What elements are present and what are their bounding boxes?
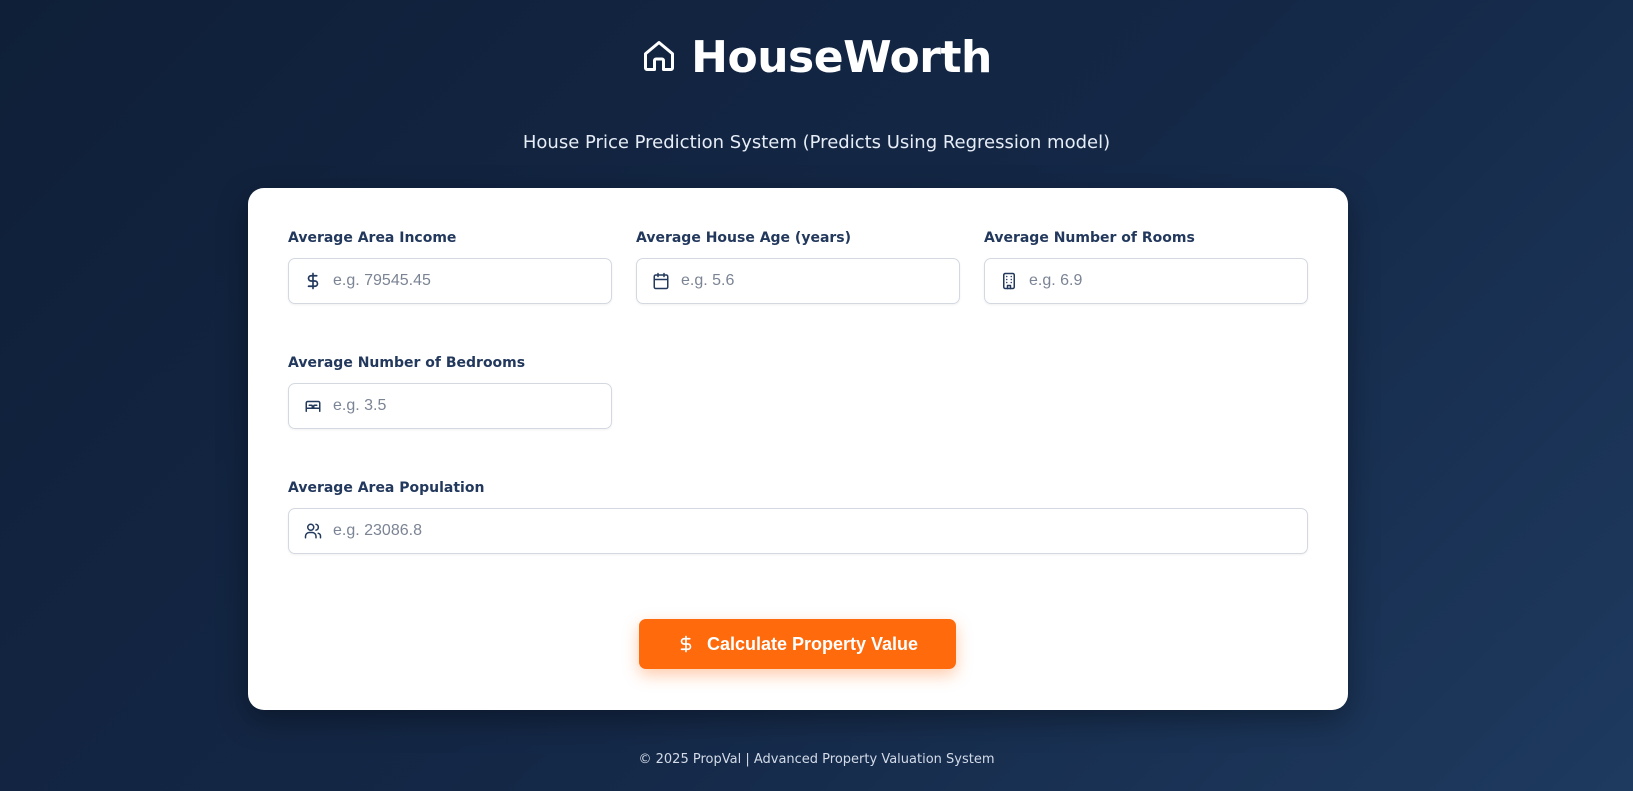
bedrooms-input[interactable] xyxy=(333,384,599,428)
bedrooms-label: Average Number of Bedrooms xyxy=(288,355,526,371)
population-label: Average Area Population xyxy=(288,480,485,496)
house-age-label: Average House Age (years) xyxy=(636,230,852,246)
dollar-icon xyxy=(680,635,692,653)
income-field-group: Average Area Income xyxy=(288,228,612,304)
prediction-form-card: Average Area Income Average House Age (y… xyxy=(248,188,1348,710)
app-title: HouseWorth xyxy=(691,32,992,83)
footer-text: © 2025 PropVal | Advanced Property Valua… xyxy=(638,752,995,767)
house-age-input-box[interactable] xyxy=(636,258,960,304)
population-input-box[interactable] xyxy=(288,508,1308,554)
calculate-button-label: Calculate Property Value xyxy=(706,633,919,654)
income-label: Average Area Income xyxy=(288,230,457,246)
calculate-property-value-button[interactable]: Calculate Property Value xyxy=(639,619,956,669)
house-age-input[interactable] xyxy=(681,259,947,303)
calendar-icon xyxy=(653,272,669,290)
bedrooms-input-box[interactable] xyxy=(288,383,612,429)
rooms-input[interactable] xyxy=(1029,259,1295,303)
income-input-box[interactable] xyxy=(288,258,612,304)
dollar-icon xyxy=(307,272,319,290)
income-input[interactable] xyxy=(333,259,599,303)
population-input[interactable] xyxy=(333,509,1295,553)
bedrooms-field-group: Average Number of Bedrooms xyxy=(288,353,612,429)
app-header: HouseWorth xyxy=(0,30,1633,86)
building-icon xyxy=(1003,272,1015,290)
house-age-field-group: Average House Age (years) xyxy=(636,228,960,304)
rooms-label: Average Number of Rooms xyxy=(984,230,1195,246)
house-icon xyxy=(644,41,675,71)
population-field-group: Average Area Population xyxy=(288,478,1308,554)
rooms-input-box[interactable] xyxy=(984,258,1308,304)
bed-icon xyxy=(305,400,321,412)
page-subtitle: House Price Prediction System (Predicts … xyxy=(522,132,1111,153)
rooms-field-group: Average Number of Rooms xyxy=(984,228,1308,304)
users-icon xyxy=(304,523,322,539)
